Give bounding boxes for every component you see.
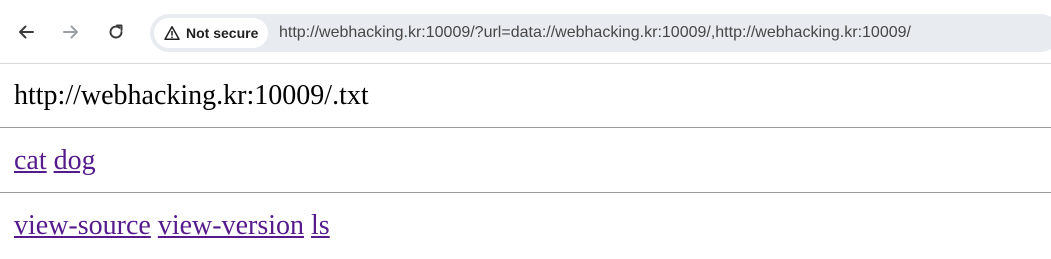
url-text[interactable]: http://webhacking.kr:10009/?url=data://w… — [279, 23, 911, 43]
view-source-link[interactable]: view-source — [14, 210, 151, 241]
forward-button[interactable] — [56, 17, 86, 47]
dog-link[interactable]: dog — [54, 145, 96, 176]
tool-links: view-source view-version ls — [14, 210, 330, 242]
browser-toolbar: Not secure http://webhacking.kr:10009/?u… — [0, 0, 1051, 64]
animal-links: cat dog — [14, 145, 96, 177]
back-arrow-icon — [19, 25, 34, 39]
address-bar[interactable]: Not secure http://webhacking.kr:10009/?u… — [150, 14, 1051, 52]
output-text: http://webhacking.kr:10009/.txt — [14, 80, 369, 111]
divider — [0, 192, 1051, 193]
view-version-link[interactable]: view-version — [158, 210, 304, 241]
divider — [0, 127, 1051, 128]
forward-arrow-icon — [63, 25, 78, 39]
reload-icon — [109, 24, 123, 39]
security-chip[interactable]: Not secure — [154, 18, 268, 48]
back-button[interactable] — [11, 17, 41, 47]
ls-link[interactable]: ls — [311, 210, 330, 241]
security-label: Not secure — [186, 25, 259, 41]
reload-button[interactable] — [101, 17, 131, 47]
warning-icon — [164, 26, 180, 40]
cat-link[interactable]: cat — [14, 145, 47, 176]
